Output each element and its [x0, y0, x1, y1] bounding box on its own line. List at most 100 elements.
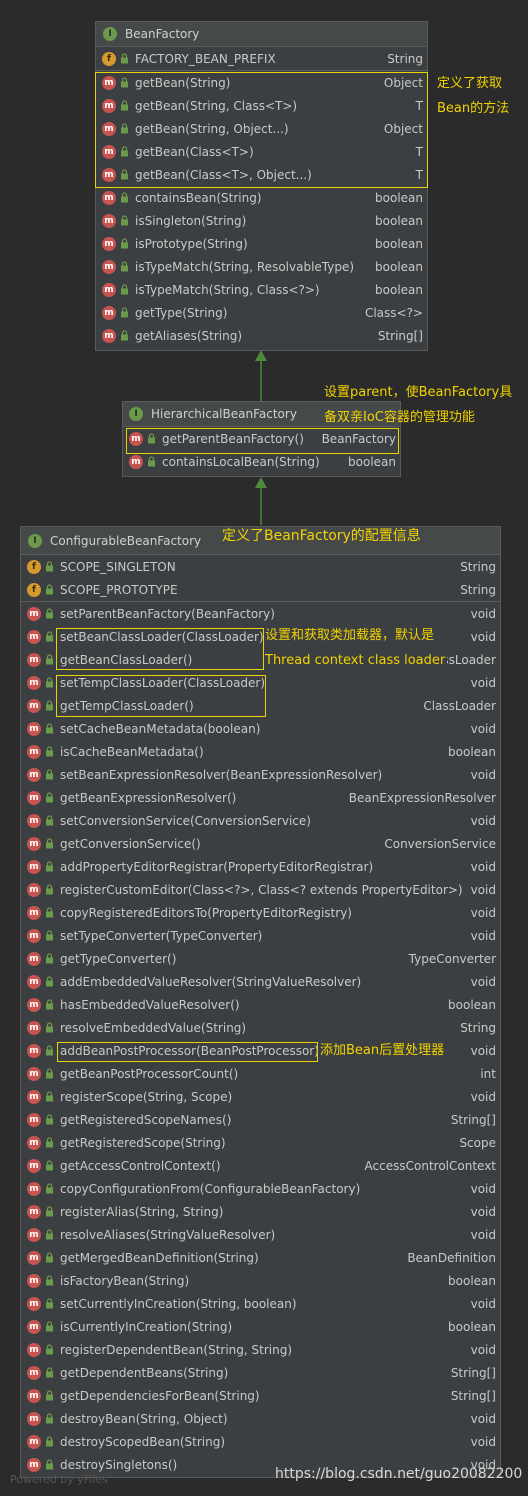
lock-icon: [46, 1068, 53, 1079]
member-name: getAccessControlContext(): [60, 1158, 221, 1173]
method-row[interactable]: m getDependentBeans(String) String[]: [21, 1361, 500, 1384]
method-icon: m: [27, 698, 41, 713]
lock-icon: [46, 1114, 53, 1125]
member-return-type: Object: [383, 121, 423, 136]
method-icon: m: [27, 882, 41, 897]
lock-icon: [41, 1160, 60, 1171]
method-icon: m: [27, 1342, 41, 1357]
annotation-config: 定义了BeanFactory的配置信息: [222, 528, 421, 544]
method-row[interactable]: m hasEmbeddedValueResolver() boolean: [21, 993, 500, 1016]
lock-icon: [46, 930, 53, 941]
method-row[interactable]: m setTypeConverter(TypeConverter) void: [21, 924, 500, 947]
method-row[interactable]: m getAccessControlContext() AccessControlC…: [21, 1154, 500, 1177]
lock-icon: [116, 146, 135, 157]
method-row[interactable]: m destroyScopedBean(String) void: [21, 1430, 500, 1453]
method-row[interactable]: m getBean(String, Object...) Object: [96, 117, 427, 140]
method-row[interactable]: m addPropertyEditorRegistrar(PropertyEdit…: [21, 855, 500, 878]
method-row[interactable]: m isFactoryBean(String) boolean: [21, 1269, 500, 1292]
method-icon: m: [102, 282, 116, 297]
method-row[interactable]: m resolveEmbeddedValue(String) String: [21, 1016, 500, 1039]
method-row[interactable]: m setCurrentlyInCreation(String, boolean)…: [21, 1292, 500, 1315]
method-row[interactable]: m isSingleton(String) boolean: [96, 209, 427, 232]
lock-icon: [41, 1390, 60, 1401]
lock-icon: [41, 1436, 60, 1447]
method-row[interactable]: m getBean(String, Class<T>) T: [96, 94, 427, 117]
lock-icon: [41, 746, 60, 757]
method-icon: m: [27, 1227, 41, 1242]
method-row[interactable]: m addEmbeddedValueResolver(StringValueRes…: [21, 970, 500, 993]
member-return-type: String[]: [377, 328, 423, 343]
method-row[interactable]: m getAliases(String) String[]: [96, 324, 427, 347]
method-row[interactable]: m getBeanPostProcessorCount() int: [21, 1062, 500, 1085]
member-name: getDependentBeans(String): [60, 1365, 229, 1380]
annotation-getbean-line1: 定义了获取: [437, 76, 503, 91]
lock-icon: [46, 1045, 53, 1056]
lock-icon: [121, 215, 128, 226]
member-return-type: void: [470, 974, 496, 989]
method-row[interactable]: m resolveAliases(StringValueResolver) void: [21, 1223, 500, 1246]
lock-icon: [46, 884, 53, 895]
member-return-type: boolean: [375, 213, 423, 228]
lock-icon: [116, 284, 135, 295]
member-name: isCurrentlyInCreation(String): [60, 1319, 233, 1334]
method-icon: m: [27, 1457, 41, 1472]
field-row[interactable]: f SCOPE_PROTOTYPE String: [21, 578, 500, 601]
lock-icon: [41, 561, 60, 572]
lock-icon: [121, 330, 128, 341]
lock-icon: [46, 746, 53, 757]
method-row[interactable]: m setCacheBeanMetadata(boolean) void: [21, 717, 500, 740]
method-row[interactable]: m getType(String) Class<?>: [96, 301, 427, 324]
lock-icon: [41, 838, 60, 849]
method-row[interactable]: m registerCustomEditor(Class<?>, Class<? …: [21, 878, 500, 901]
lock-icon: [116, 261, 135, 272]
method-row[interactable]: m setConversionService(ConversionService)…: [21, 809, 500, 832]
method-row[interactable]: m registerDependentBean(String, String) vo…: [21, 1338, 500, 1361]
method-row[interactable]: m isCurrentlyInCreation(String) boolean: [21, 1315, 500, 1338]
member-name: hasEmbeddedValueResolver(): [60, 997, 240, 1012]
method-row[interactable]: m copyConfigurationFrom(ConfigurableBeanF…: [21, 1177, 500, 1200]
method-row[interactable]: m registerAlias(String, String) void: [21, 1200, 500, 1223]
bean-factory-fields: f FACTORY_BEAN_PREFIX String: [96, 47, 427, 70]
method-row[interactable]: m setParentBeanFactory(BeanFactory) void: [21, 602, 500, 625]
method-row[interactable]: m getParentBeanFactory() BeanFactory: [123, 427, 400, 450]
member-return-type: boolean: [375, 282, 423, 297]
lock-icon: [41, 1045, 60, 1056]
method-row[interactable]: m isPrototype(String) boolean: [96, 232, 427, 255]
method-row[interactable]: m setBeanExpressionResolver(BeanExpressio…: [21, 763, 500, 786]
method-row[interactable]: m getMergedBeanDefinition(String) BeanDefi…: [21, 1246, 500, 1269]
method-row[interactable]: m isCacheBeanMetadata() boolean: [21, 740, 500, 763]
method-row[interactable]: m getRegisteredScopeNames() String[]: [21, 1108, 500, 1131]
method-row[interactable]: m isTypeMatch(String, Class<?>) boolean: [96, 278, 427, 301]
interface-icon: I: [103, 27, 117, 41]
lock-icon: [41, 1229, 60, 1240]
field-row[interactable]: f FACTORY_BEAN_PREFIX String: [96, 47, 427, 70]
method-row[interactable]: m getDependenciesForBean(String) String[]: [21, 1384, 500, 1407]
bean-factory-node[interactable]: I BeanFactory f FACTORY_BEAN_PREFIX String…: [95, 21, 428, 351]
method-row[interactable]: m getRegisteredScope(String) Scope: [21, 1131, 500, 1154]
method-row[interactable]: m getBean(Class<T>, Object...) T: [96, 163, 427, 186]
member-name: getBean(String, Object...): [135, 121, 289, 136]
method-icon: m: [102, 213, 116, 228]
method-row[interactable]: m getTempClassLoader() ClassLoader: [21, 694, 500, 717]
member-return-type: boolean: [448, 997, 496, 1012]
method-row[interactable]: m isTypeMatch(String, ResolvableType) bool…: [96, 255, 427, 278]
interface-icon: I: [129, 407, 143, 421]
lock-icon: [46, 1344, 53, 1355]
member-name: getConversionService(): [60, 836, 201, 851]
method-row[interactable]: m containsBean(String) boolean: [96, 186, 427, 209]
method-row[interactable]: m registerScope(String, Scope) void: [21, 1085, 500, 1108]
field-row[interactable]: f SCOPE_SINGLETON String: [21, 555, 500, 578]
member-name: copyConfigurationFrom(ConfigurableBeanFa…: [60, 1181, 361, 1196]
member-return-type: void: [470, 905, 496, 920]
method-row[interactable]: m getBean(Class<T>) T: [96, 140, 427, 163]
method-row[interactable]: m getBean(String) Object: [96, 71, 427, 94]
method-row[interactable]: m getConversionService() ConversionService: [21, 832, 500, 855]
method-row[interactable]: m setTempClassLoader(ClassLoader) void: [21, 671, 500, 694]
member-return-type: String[]: [450, 1388, 496, 1403]
member-return-type: BeanDefinition: [407, 1250, 496, 1265]
method-row[interactable]: m getTypeConverter() TypeConverter: [21, 947, 500, 970]
method-row[interactable]: m containsLocalBean(String) boolean: [123, 450, 400, 473]
method-row[interactable]: m destroyBean(String, Object) void: [21, 1407, 500, 1430]
method-row[interactable]: m getBeanExpressionResolver() BeanExpressi…: [21, 786, 500, 809]
method-row[interactable]: m copyRegisteredEditorsTo(PropertyEditorR…: [21, 901, 500, 924]
